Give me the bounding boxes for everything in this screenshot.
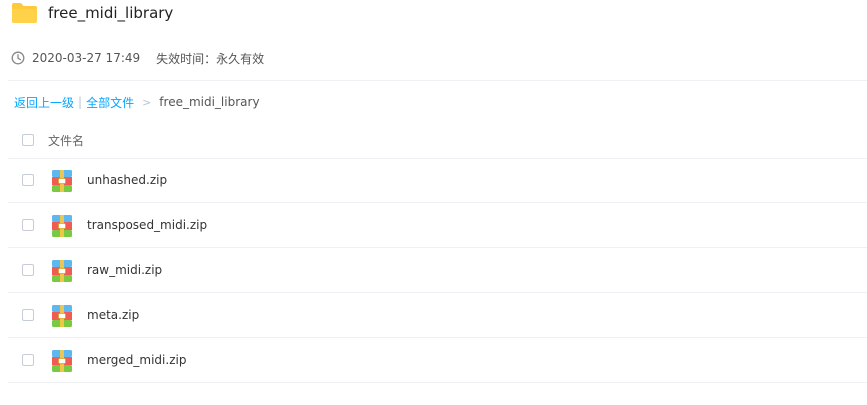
file-checkbox[interactable] (22, 174, 34, 186)
row-divider (8, 292, 867, 293)
file-row[interactable]: merged_midi.zip (8, 339, 867, 383)
file-row[interactable]: transposed_midi.zip (8, 204, 867, 248)
share-expiry: 失效时间：永久有效 (156, 51, 265, 66)
select-all-checkbox[interactable] (22, 134, 34, 146)
file-row[interactable]: meta.zip (8, 294, 867, 338)
filename-column-header: 文件名 (48, 134, 85, 148)
all-files-link[interactable]: 全部文件 (86, 94, 134, 111)
zip-file-icon (52, 215, 72, 237)
share-created-time: 2020-03-27 17:49 (32, 51, 141, 65)
share-page: free_midi_library 2020-03-27 17:49 失效时间：… (0, 0, 867, 405)
file-checkbox[interactable] (22, 219, 34, 231)
folder-title: free_midi_library (48, 4, 174, 22)
back-link[interactable]: 返回上一级 (14, 94, 74, 111)
clock-icon (11, 51, 25, 65)
file-name[interactable]: meta.zip (87, 308, 139, 322)
share-meta: 2020-03-27 17:49 失效时间：永久有效 (11, 48, 264, 68)
file-checkbox[interactable] (22, 309, 34, 321)
file-name[interactable]: merged_midi.zip (87, 353, 186, 367)
breadcrumb-separator: | (78, 95, 83, 109)
folder-icon (12, 3, 37, 23)
file-row[interactable]: raw_midi.zip (8, 249, 867, 293)
file-name[interactable]: transposed_midi.zip (87, 218, 207, 232)
zip-file-icon (52, 170, 72, 192)
breadcrumb-current: free_midi_library (159, 95, 260, 109)
zip-file-icon (52, 305, 72, 327)
breadcrumb: 返回上一级 | 全部文件 > free_midi_library (14, 93, 260, 111)
row-divider (8, 202, 867, 203)
file-checkbox[interactable] (22, 354, 34, 366)
row-divider (8, 337, 867, 338)
file-row[interactable]: unhashed.zip (8, 159, 867, 203)
divider (8, 80, 867, 81)
row-divider (8, 247, 867, 248)
zip-file-icon (52, 350, 72, 372)
zip-file-icon (52, 260, 72, 282)
file-name[interactable]: raw_midi.zip (87, 263, 162, 277)
file-name[interactable]: unhashed.zip (87, 173, 167, 187)
folder-title-row: free_midi_library (11, 0, 173, 26)
breadcrumb-arrow: > (142, 95, 152, 109)
row-divider (8, 382, 867, 383)
file-checkbox[interactable] (22, 264, 34, 276)
